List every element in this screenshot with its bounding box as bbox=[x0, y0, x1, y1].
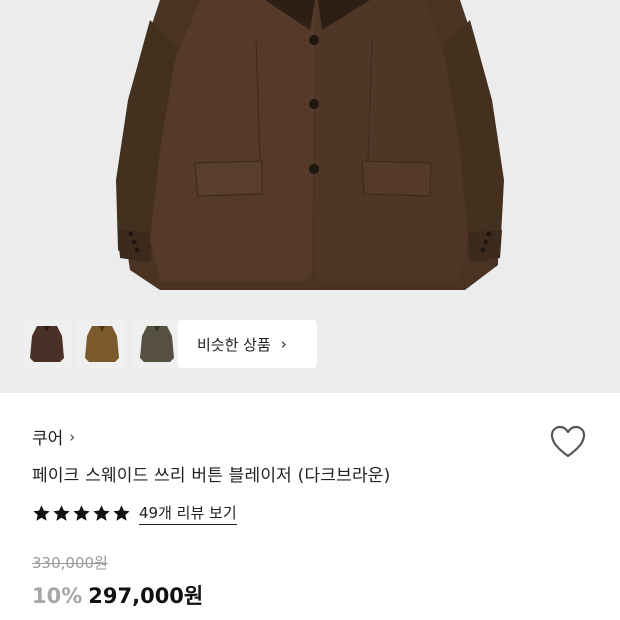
discount-rate: 10% bbox=[32, 584, 83, 608]
heart-outline-icon[interactable] bbox=[549, 424, 587, 460]
rating-row: 49개 리뷰 보기 bbox=[32, 502, 237, 525]
price-row: 10% 297,000원 bbox=[32, 580, 203, 610]
review-link[interactable]: 49개 리뷰 보기 bbox=[139, 502, 237, 525]
product-title: 페이크 스웨이드 쓰리 버튼 블레이저 (다크브라운) bbox=[32, 466, 391, 486]
original-price: 330,000원 bbox=[32, 554, 108, 572]
thumbnail-olive[interactable] bbox=[133, 320, 181, 368]
thumbnail-strip bbox=[23, 320, 181, 368]
thumbnail-camel[interactable] bbox=[78, 320, 126, 368]
brand-link[interactable]: 쿠어 › bbox=[32, 424, 76, 450]
brand-name: 쿠어 bbox=[32, 429, 64, 449]
star-icon bbox=[33, 505, 50, 521]
chevron-right-icon: › bbox=[69, 427, 76, 446]
product-image-area: 비슷한 상품 › bbox=[0, 0, 620, 393]
rating-stars bbox=[32, 504, 131, 523]
product-photo[interactable] bbox=[0, 0, 620, 300]
thumbnail-dark-brown[interactable] bbox=[23, 320, 71, 368]
chevron-right-icon: › bbox=[280, 335, 287, 353]
star-icon bbox=[53, 505, 70, 521]
similar-products-label: 비슷한 상품 bbox=[197, 335, 271, 354]
similar-products-button[interactable]: 비슷한 상품 › bbox=[178, 320, 317, 368]
star-icon bbox=[93, 505, 110, 521]
sale-price: 297,000원 bbox=[88, 584, 204, 608]
jacket-thumbnail-icon bbox=[140, 326, 174, 362]
jacket-thumbnail-icon bbox=[30, 326, 64, 362]
jacket-thumbnail-icon bbox=[85, 326, 119, 362]
star-icon bbox=[113, 505, 130, 521]
star-icon bbox=[73, 505, 90, 521]
